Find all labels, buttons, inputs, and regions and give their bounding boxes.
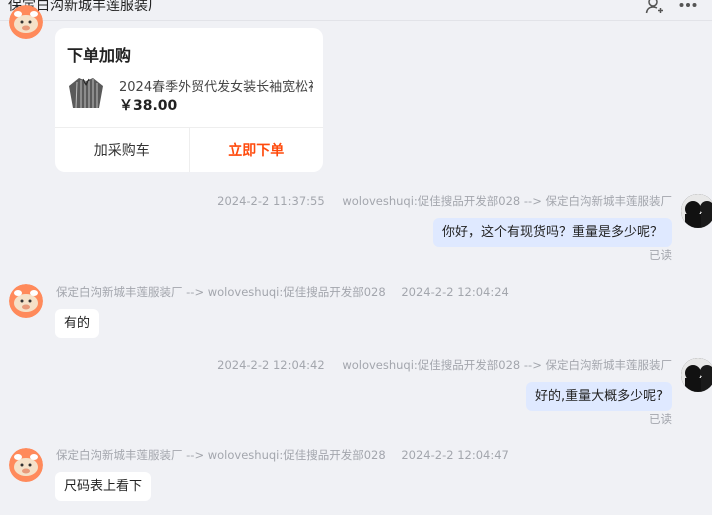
read-status: 已读 — [649, 412, 672, 426]
seller-avatar[interactable] — [9, 5, 43, 39]
header-actions — [644, 0, 698, 14]
message-route: 保定白沟新城丰莲服装厂 --> woloveshuqi:促佳搜品开发部028 — [56, 448, 386, 462]
order-card-actions: 加采购车 立即下单 — [55, 127, 323, 172]
message-bubble-incoming[interactable]: 尺码表上看下 — [55, 472, 152, 501]
message-meta: 保定白沟新城丰莲服装厂 --> woloveshuqi:促佳搜品开发部028 2… — [56, 447, 509, 463]
user-plus-icon[interactable] — [644, 0, 664, 14]
message-bubble-outgoing[interactable]: 你好，这个有现货吗？重量是多少呢？ — [432, 218, 672, 247]
user-avatar[interactable] — [681, 194, 712, 228]
read-status: 已读 — [649, 248, 672, 262]
product-thumbnail[interactable] — [67, 74, 105, 112]
add-to-cart-button[interactable]: 加采购车 — [55, 128, 190, 172]
message-timestamp: 2024-2-2 12:04:47 — [401, 448, 509, 462]
message-timestamp: 2024-2-2 12:04:42 — [217, 358, 325, 372]
more-icon[interactable] — [678, 0, 698, 14]
order-card: 下单加购 2024春季外贸代发女装长袖宽松衬衫 ￥38.00 加采购车 立即下单 — [55, 28, 323, 172]
seller-avatar[interactable] — [9, 448, 43, 482]
user-avatar[interactable] — [681, 358, 712, 392]
message-bubble-outgoing[interactable]: 好的,重量大概多少呢? — [525, 382, 672, 411]
product-price: ￥38.00 — [119, 98, 178, 114]
message-meta: 2024-2-2 11:37:55 woloveshuqi:促佳搜品开发部028… — [217, 193, 672, 209]
message-route: woloveshuqi:促佳搜品开发部028 --> 保定白沟新城丰莲服装厂 — [342, 194, 672, 208]
buy-now-button[interactable]: 立即下单 — [190, 128, 324, 172]
order-card-title: 下单加购 — [67, 46, 132, 65]
message-meta: 保定白沟新城丰莲服装厂 --> woloveshuqi:促佳搜品开发部028 2… — [56, 284, 509, 300]
seller-avatar[interactable] — [9, 284, 43, 318]
message-meta: 2024-2-2 12:04:42 woloveshuqi:促佳搜品开发部028… — [217, 357, 672, 373]
message-bubble-incoming[interactable]: 有的 — [55, 309, 100, 338]
message-timestamp: 2024-2-2 11:37:55 — [217, 194, 325, 208]
product-name[interactable]: 2024春季外贸代发女装长袖宽松衬衫 — [119, 76, 313, 95]
message-route: woloveshuqi:促佳搜品开发部028 --> 保定白沟新城丰莲服装厂 — [342, 358, 672, 372]
chat-header: 保定白沟新城丰莲服装厂 — [0, 0, 712, 21]
message-timestamp: 2024-2-2 12:04:24 — [401, 285, 509, 299]
message-route: 保定白沟新城丰莲服装厂 --> woloveshuqi:促佳搜品开发部028 — [56, 285, 386, 299]
